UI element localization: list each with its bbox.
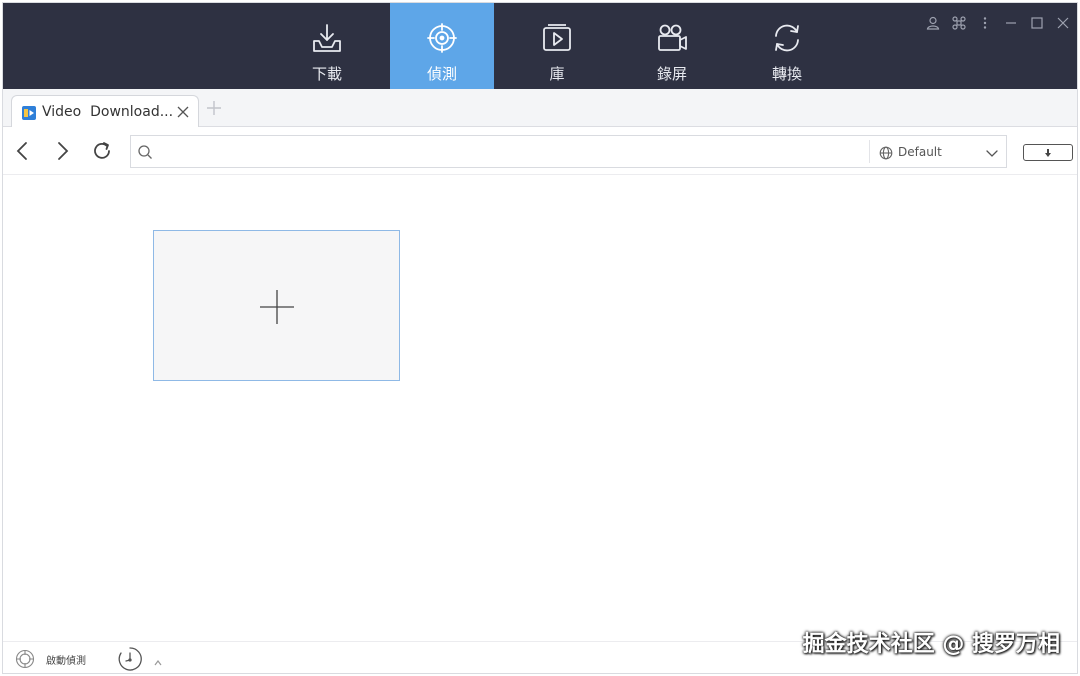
timer-icon[interactable] — [117, 646, 143, 672]
nav-library[interactable]: 庫 — [505, 3, 609, 89]
nav-screen-record[interactable]: 錄屏 — [620, 3, 724, 89]
nav-convert[interactable]: 轉換 — [735, 3, 839, 89]
add-site-card[interactable] — [153, 230, 400, 381]
address-row: Default — [3, 127, 1077, 175]
download-button[interactable] — [1023, 144, 1073, 161]
forward-arrow-icon[interactable] — [50, 139, 74, 163]
video-downloader-favicon — [22, 105, 36, 120]
window-controls — [925, 15, 1071, 31]
plus-icon — [259, 289, 295, 325]
globe-icon — [879, 145, 893, 159]
shortcut-icon[interactable] — [951, 15, 967, 31]
download-icon — [310, 21, 344, 55]
search-icon — [137, 144, 153, 160]
nav-label-screen-record: 錄屏 — [656, 65, 687, 83]
address-divider — [869, 140, 870, 163]
caret-up-icon[interactable] — [153, 653, 163, 666]
tab-title: Video Download... — [42, 104, 174, 120]
nav-label-detect: 偵測 — [426, 65, 457, 83]
convert-refresh-icon — [770, 21, 804, 55]
new-tab-plus-icon[interactable] — [205, 99, 223, 117]
app-window: 下載 偵測 庫 錄屏 轉換 Video Download... Default … — [2, 2, 1078, 674]
tab-close-icon[interactable] — [176, 104, 190, 118]
download-arrow-icon — [1045, 148, 1051, 157]
detect-status-label[interactable]: 啟動偵測 — [46, 652, 86, 667]
screen-record-camera-icon — [655, 21, 689, 55]
nav-detect[interactable]: 偵測 — [390, 3, 494, 89]
nav-download[interactable]: 下載 — [275, 3, 379, 89]
chevron-down-icon — [985, 145, 999, 159]
watermark: 掘金技术社区 @ 搜罗万相 — [802, 632, 1060, 657]
back-arrow-icon[interactable] — [11, 139, 35, 163]
address-bar: Default — [130, 135, 1007, 168]
detect-target-icon — [425, 21, 459, 55]
reload-icon[interactable] — [90, 139, 114, 163]
library-video-icon — [540, 21, 574, 55]
nav-label-download: 下載 — [311, 65, 342, 83]
detect-toggle-icon[interactable] — [15, 649, 35, 669]
browser-tab[interactable]: Video Download... — [11, 95, 199, 128]
nav-label-convert: 轉換 — [771, 65, 802, 83]
close-icon[interactable] — [1055, 15, 1071, 31]
maximize-icon[interactable] — [1029, 15, 1045, 31]
top-nav-bar: 下載 偵測 庫 錄屏 轉換 — [3, 3, 1077, 89]
nav-label-library: 庫 — [549, 65, 565, 83]
user-icon[interactable] — [925, 15, 941, 31]
more-menu-icon[interactable] — [977, 15, 993, 31]
browser-content — [3, 175, 1077, 641]
profile-select[interactable]: Default — [879, 136, 1005, 167]
url-input[interactable] — [159, 139, 859, 164]
minimize-icon[interactable] — [1003, 15, 1019, 31]
tab-bar: Video Download... — [3, 89, 1077, 128]
profile-select-label: Default — [898, 144, 942, 159]
